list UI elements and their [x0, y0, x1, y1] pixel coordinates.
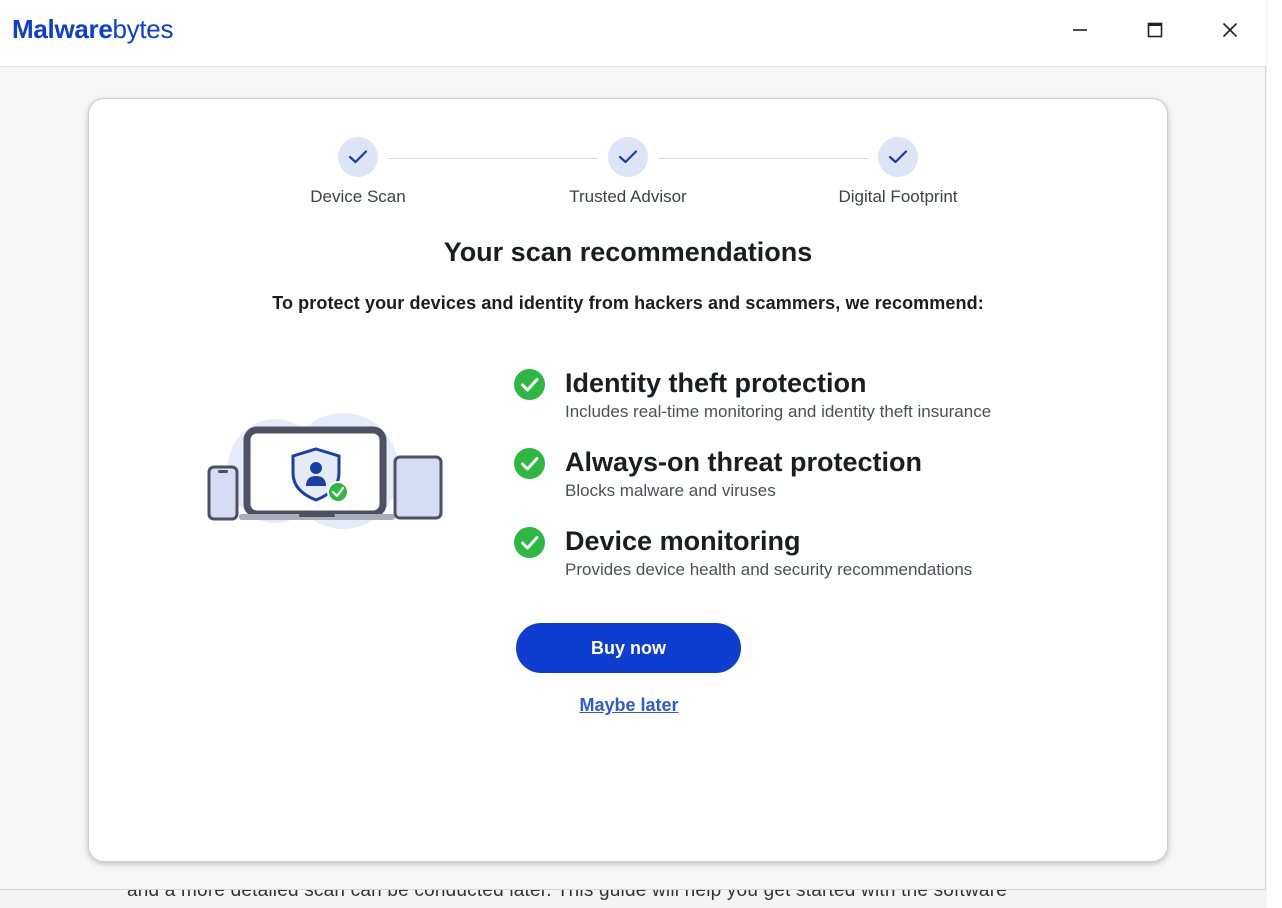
progress-stepper: Device Scan Trusted Advisor Digital Foot… [89, 99, 1167, 219]
minimize-icon [1073, 29, 1087, 31]
feature-description: Provides device health and security reco… [565, 560, 973, 579]
step-label-trusted-advisor: Trusted Advisor [569, 187, 687, 206]
malwarebytes-logo: Malware bytes [12, 14, 173, 45]
logo-text-light: bytes [112, 14, 174, 44]
green-check-circle-icon [514, 369, 545, 400]
close-icon [1222, 22, 1238, 38]
step-device-scan-indicator [338, 137, 378, 177]
check-icon [348, 150, 368, 164]
title-bar: Malware bytes [0, 0, 1266, 67]
check-icon [618, 150, 638, 164]
green-check-circle-icon [514, 527, 545, 558]
feature-title: Always-on threat protection [565, 447, 923, 477]
step-connector [388, 158, 598, 159]
minimize-button[interactable] [1058, 10, 1102, 50]
close-button[interactable] [1208, 10, 1252, 50]
logo-text-strong: Malware [12, 14, 113, 44]
recommendations-card: Device Scan Trusted Advisor Digital Foot… [88, 98, 1168, 862]
feature-description: Includes real-time monitoring and identi… [565, 402, 992, 421]
feature-title: Device monitoring [565, 526, 801, 556]
buy-now-button[interactable]: Buy now [516, 623, 741, 673]
step-label-device-scan: Device Scan [310, 187, 406, 206]
page-subtitle: To protect your devices and identity fro… [272, 293, 984, 313]
feature-title: Identity theft protection [565, 368, 867, 398]
maximize-button[interactable] [1133, 10, 1177, 50]
devices-shield-illustration [207, 413, 443, 529]
check-icon [888, 150, 908, 164]
feature-description: Blocks malware and viruses [565, 481, 776, 500]
page-title: Your scan recommendations [443, 237, 813, 267]
step-label-digital-footprint: Digital Footprint [838, 187, 958, 206]
background-edge [1267, 0, 1282, 908]
maybe-later-link[interactable]: Maybe later [89, 695, 1169, 716]
green-check-circle-icon [514, 448, 545, 479]
step-digital-footprint-indicator [878, 137, 918, 177]
maximize-icon [1147, 22, 1163, 38]
app-window: Malware bytes Device Scan Trusted Adviso… [0, 0, 1266, 890]
step-trusted-advisor-indicator [608, 137, 648, 177]
step-connector [658, 158, 868, 159]
